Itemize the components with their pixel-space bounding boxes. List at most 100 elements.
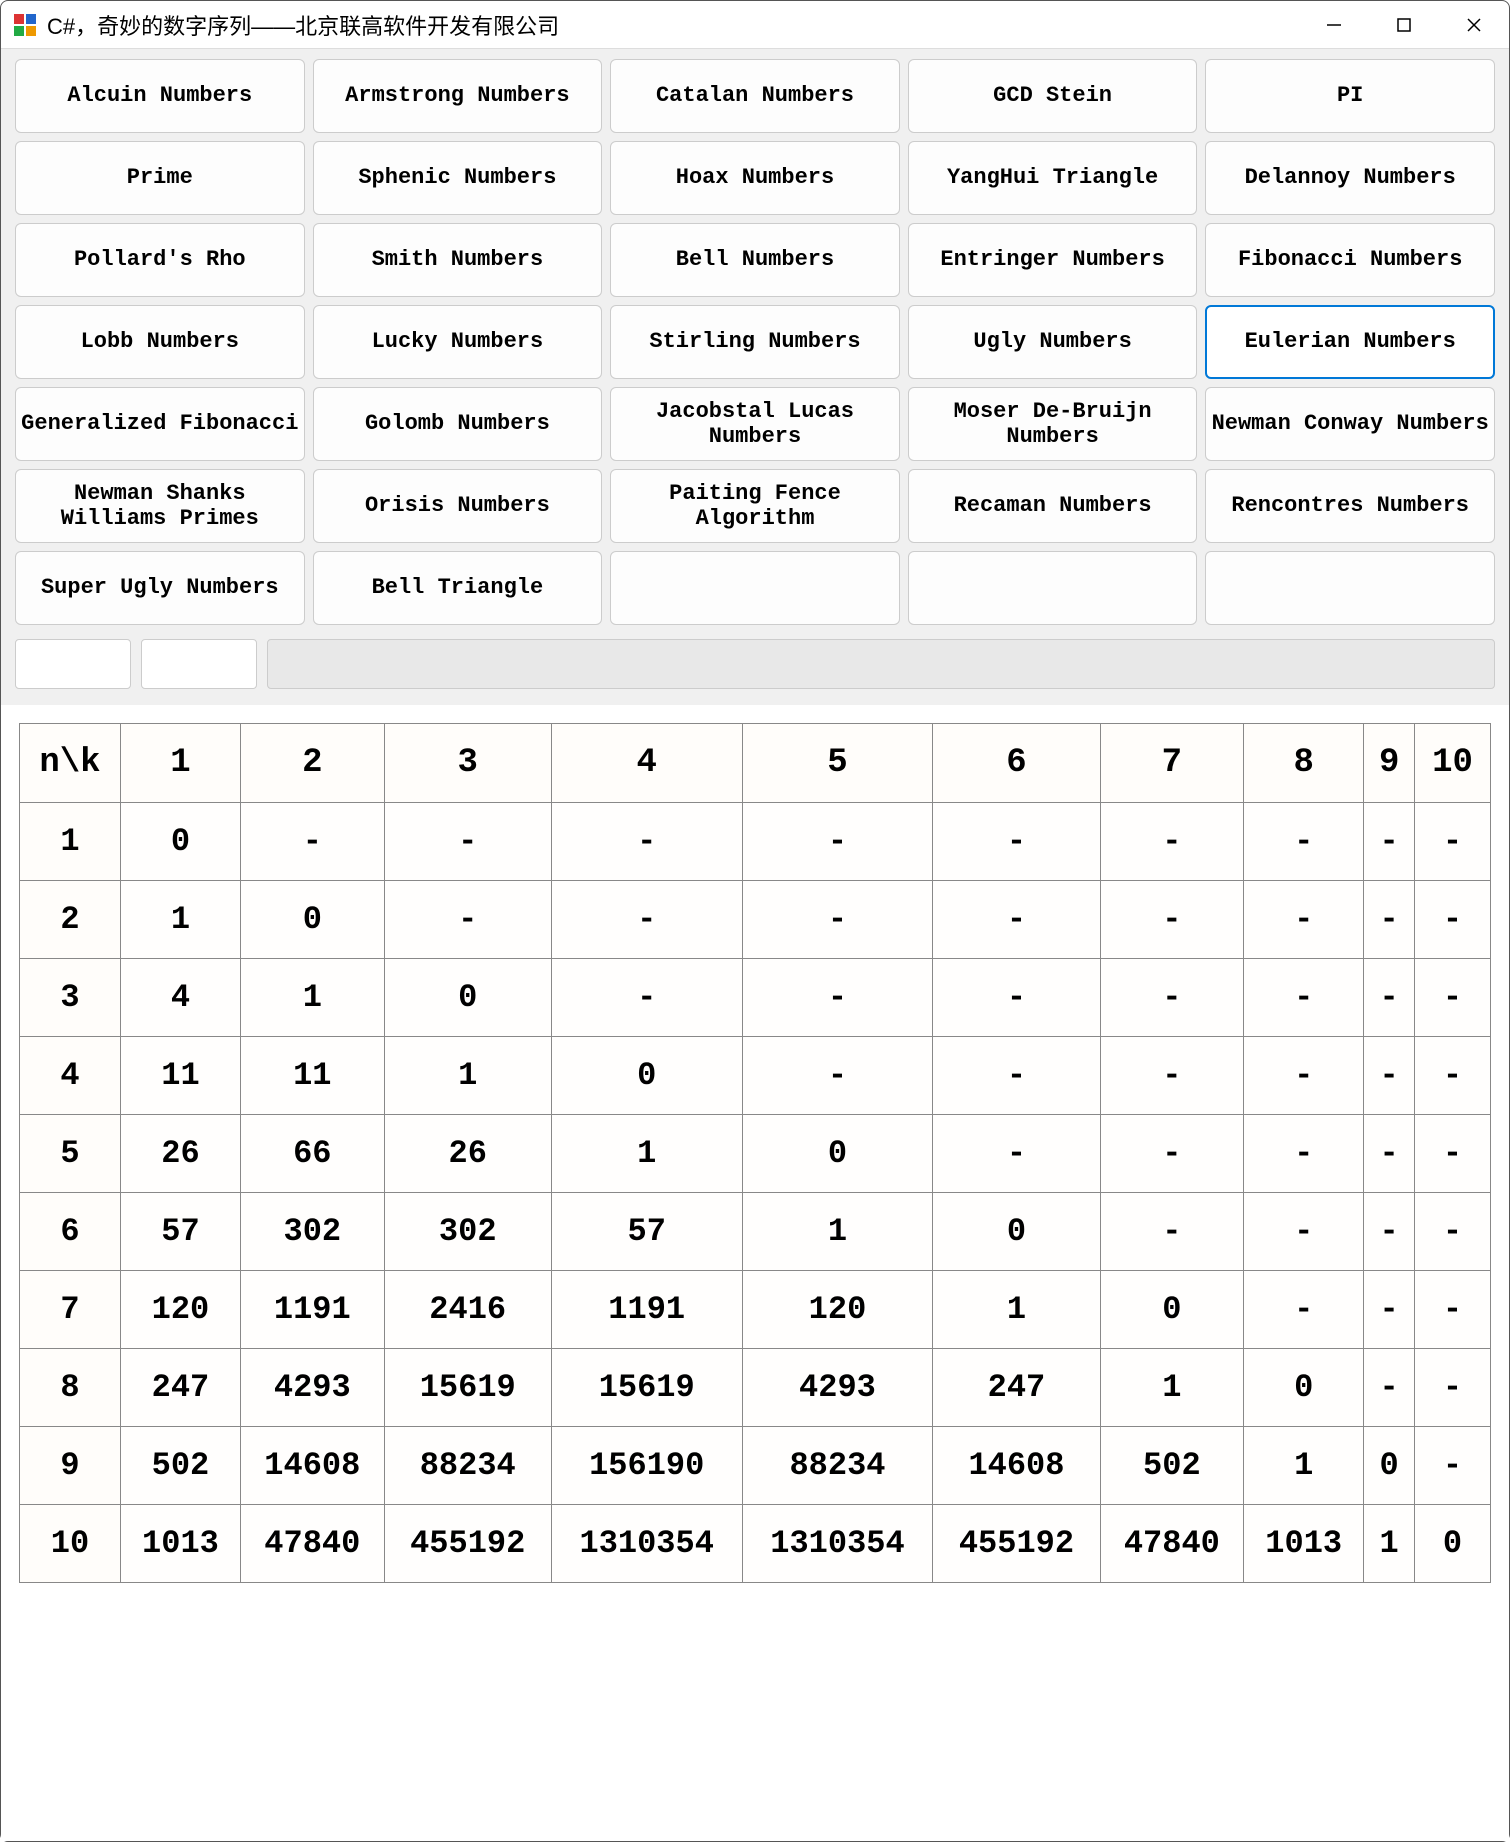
column-header: 3 [384,724,551,803]
eulerian-table: n\k1234567891010---------210--------3410… [19,723,1491,1583]
table-row: 6573023025710---- [20,1193,1491,1271]
sequence-button[interactable]: Moser De-Bruijn Numbers [908,387,1198,461]
sequence-button[interactable]: Newman Conway Numbers [1205,387,1495,461]
table-cell: 1191 [551,1271,742,1349]
row-header: 4 [20,1037,121,1115]
table-row: 526662610----- [20,1115,1491,1193]
sequence-button[interactable]: Pollard's Rho [15,223,305,297]
sequence-button-empty[interactable] [908,551,1198,625]
column-header: 6 [933,724,1100,803]
table-cell: 47840 [240,1505,384,1583]
table-cell: - [1244,1115,1364,1193]
table-cell: 11 [240,1037,384,1115]
column-header: 1 [120,724,240,803]
maximize-button[interactable] [1369,1,1439,48]
sequence-button[interactable]: Ugly Numbers [908,305,1198,379]
table-cell: - [1244,803,1364,881]
table-cell: - [551,959,742,1037]
table-cell: - [1415,881,1491,959]
table-cell: 1 [933,1271,1100,1349]
table-cell: 247 [120,1349,240,1427]
table-cell: - [1100,881,1244,959]
sequence-button[interactable]: Recaman Numbers [908,469,1198,543]
row-header: 3 [20,959,121,1037]
table-cell: 1 [742,1193,933,1271]
table-cell: - [1100,1037,1244,1115]
sequence-button-grid: Alcuin NumbersArmstrong NumbersCatalan N… [1,49,1509,629]
sequence-button[interactable]: Eulerian Numbers [1205,305,1495,379]
sequence-button[interactable]: Bell Triangle [313,551,603,625]
table-cell: - [1364,803,1415,881]
table-cell: - [1244,959,1364,1037]
table-cell: 4 [120,959,240,1037]
table-cell: - [1364,1271,1415,1349]
table-cell: 1 [1100,1349,1244,1427]
table-cell: 302 [240,1193,384,1271]
table-cell: 11 [120,1037,240,1115]
table-cell: 302 [384,1193,551,1271]
table-row: 210-------- [20,881,1491,959]
table-cell: 455192 [384,1505,551,1583]
table-cell: - [742,1037,933,1115]
table-row: 95021460888234156190882341460850210- [20,1427,1491,1505]
table-cell: 0 [1415,1505,1491,1583]
table-cell: - [933,1115,1100,1193]
sequence-button[interactable]: Super Ugly Numbers [15,551,305,625]
sequence-button[interactable]: Prime [15,141,305,215]
table-cell: 502 [1100,1427,1244,1505]
row-header: 10 [20,1505,121,1583]
table-row: 3410------- [20,959,1491,1037]
table-cell: - [1100,959,1244,1037]
table-cell: - [1415,1271,1491,1349]
column-header: 7 [1100,724,1244,803]
sequence-button-empty[interactable] [1205,551,1495,625]
sequence-button[interactable]: Lobb Numbers [15,305,305,379]
table-cell: 0 [120,803,240,881]
param-input-1[interactable] [15,639,131,689]
sequence-button-empty[interactable] [610,551,900,625]
sequence-button[interactable]: Golomb Numbers [313,387,603,461]
column-header: 5 [742,724,933,803]
sequence-button[interactable]: Paiting Fence Algorithm [610,469,900,543]
table-row: 712011912416119112010--- [20,1271,1491,1349]
sequence-button[interactable]: Jacobstal Lucas Numbers [610,387,900,461]
sequence-button[interactable]: Lucky Numbers [313,305,603,379]
sequence-button[interactable]: Delannoy Numbers [1205,141,1495,215]
table-cell: 455192 [933,1505,1100,1583]
sequence-button[interactable]: Armstrong Numbers [313,59,603,133]
sequence-button[interactable]: Bell Numbers [610,223,900,297]
row-header: 9 [20,1427,121,1505]
sequence-button[interactable]: Stirling Numbers [610,305,900,379]
table-cell: 0 [933,1193,1100,1271]
table-cell: - [1100,803,1244,881]
table-cell: - [1415,1115,1491,1193]
table-cell: 502 [120,1427,240,1505]
sequence-button[interactable]: Smith Numbers [313,223,603,297]
sequence-button[interactable]: Sphenic Numbers [313,141,603,215]
table-cell: 1 [1364,1505,1415,1583]
sequence-button[interactable]: PI [1205,59,1495,133]
table-cell: - [933,881,1100,959]
sequence-button[interactable]: Entringer Numbers [908,223,1198,297]
minimize-button[interactable] [1299,1,1369,48]
sequence-button[interactable]: Rencontres Numbers [1205,469,1495,543]
table-cell: - [1244,1037,1364,1115]
sequence-button[interactable]: Generalized Fibonacci [15,387,305,461]
column-header: 8 [1244,724,1364,803]
sequence-button[interactable]: Hoax Numbers [610,141,900,215]
sequence-button[interactable]: Fibonacci Numbers [1205,223,1495,297]
sequence-button[interactable]: YangHui Triangle [908,141,1198,215]
table-corner: n\k [20,724,121,803]
close-button[interactable] [1439,1,1509,48]
table-cell: 120 [742,1271,933,1349]
table-cell: 47840 [1100,1505,1244,1583]
table-cell: - [1364,881,1415,959]
sequence-button[interactable]: Alcuin Numbers [15,59,305,133]
table-cell: 0 [1244,1349,1364,1427]
table-cell: - [240,803,384,881]
sequence-button[interactable]: Catalan Numbers [610,59,900,133]
sequence-button[interactable]: Orisis Numbers [313,469,603,543]
sequence-button[interactable]: GCD Stein [908,59,1198,133]
param-input-2[interactable] [141,639,257,689]
sequence-button[interactable]: Newman Shanks Williams Primes [15,469,305,543]
